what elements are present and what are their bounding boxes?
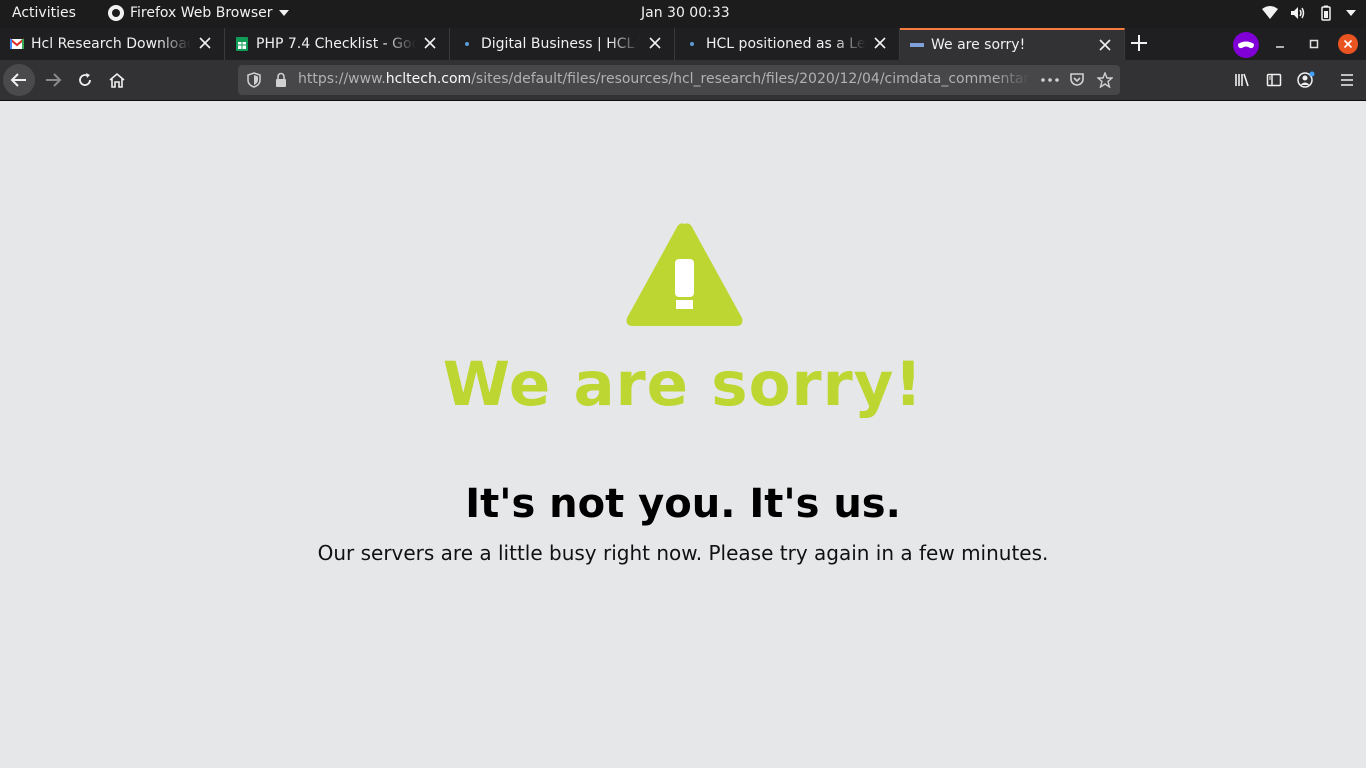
tab-we-are-sorry[interactable]: We are sorry! [900, 28, 1125, 60]
url-domain: hcltech.com [385, 71, 472, 87]
url-prefix: https://www. [298, 71, 386, 87]
sidebar-icon [1266, 73, 1282, 87]
tab-hcl-research-download[interactable]: Hcl Research Download - [0, 28, 225, 60]
tab-title: Hcl Research Download - [31, 36, 191, 52]
page-content: We are sorry! It's not you. It's us. Our… [0, 101, 1366, 768]
tracking-shield-icon[interactable] [247, 72, 261, 88]
close-icon[interactable] [648, 36, 662, 50]
new-tab-icon[interactable] [1130, 34, 1148, 52]
private-browsing-icon [1233, 32, 1259, 58]
hcl-icon [465, 42, 469, 46]
tab-digital-business[interactable]: Digital Business | HCL Technologies [450, 28, 675, 60]
library-button[interactable] [1226, 64, 1258, 96]
power-menu-icon[interactable] [1346, 9, 1356, 17]
app-menu[interactable]: Firefox Web Browser [108, 5, 289, 21]
reload-icon [79, 73, 91, 86]
app-menu-label: Firefox Web Browser [130, 5, 273, 21]
error-message: Our servers are a little busy right now.… [317, 541, 1049, 565]
warning-icon [626, 223, 743, 326]
close-icon[interactable] [873, 36, 887, 50]
pocket-icon[interactable] [1069, 72, 1085, 88]
close-icon[interactable] [198, 36, 212, 50]
error-subheadline: It's not you. It's us. [465, 481, 901, 527]
tab-title: We are sorry! [931, 37, 1026, 53]
library-icon [1235, 73, 1249, 87]
wifi-icon[interactable] [1262, 6, 1278, 20]
error-headline: We are sorry! [442, 349, 924, 420]
maximize-icon[interactable] [1304, 32, 1324, 56]
battery-icon[interactable] [1318, 5, 1334, 21]
hamburger-menu-icon [1341, 74, 1353, 86]
home-button[interactable] [101, 64, 133, 96]
minimize-icon[interactable] [1270, 32, 1290, 56]
lock-icon[interactable] [274, 72, 288, 88]
hcl-icon [910, 43, 924, 47]
arrow-right-icon [46, 73, 62, 87]
bookmark-star-icon[interactable] [1097, 72, 1113, 88]
tab-php-checklist[interactable]: PHP 7.4 Checklist - Google Sheets [225, 28, 450, 60]
main-menu-button[interactable] [1331, 64, 1363, 96]
sheets-icon [236, 37, 248, 51]
close-icon[interactable] [1098, 38, 1112, 52]
forward-button[interactable] [37, 64, 69, 96]
activities-button[interactable]: Activities [12, 5, 76, 21]
url-text[interactable]: https://www.hcltech.com/sites/default/fi… [298, 71, 1030, 87]
window-close-icon[interactable] [1338, 34, 1358, 54]
close-icon[interactable] [423, 36, 437, 50]
account-button[interactable] [1290, 64, 1322, 96]
tab-title: HCL positioned as a Leader [706, 36, 866, 52]
clock[interactable]: Jan 30 00:33 [641, 5, 730, 21]
system-top-bar: Activities Firefox Web Browser Jan 30 00… [0, 0, 1366, 28]
home-icon [109, 72, 125, 88]
back-button[interactable] [3, 64, 35, 96]
tab-title: Digital Business | HCL Technologies [481, 36, 641, 52]
firefox-icon [108, 5, 124, 21]
gmail-icon [10, 38, 24, 49]
reload-button[interactable] [69, 64, 101, 96]
chevron-down-icon [278, 10, 289, 16]
tab-title: PHP 7.4 Checklist - Google Sheets [256, 36, 416, 52]
page-actions-icon[interactable] [1041, 78, 1059, 82]
system-tray[interactable] [1262, 5, 1356, 21]
account-icon [1297, 71, 1315, 88]
tab-strip: Hcl Research Download - PHP 7.4 Checklis… [0, 28, 1366, 60]
hcl-icon [690, 42, 694, 46]
sidebar-button[interactable] [1258, 64, 1290, 96]
address-bar[interactable]: https://www.hcltech.com/sites/default/fi… [238, 65, 1120, 95]
tab-hcl-leader[interactable]: HCL positioned as a Leader [675, 28, 900, 60]
volume-icon[interactable] [1290, 6, 1306, 20]
arrow-left-icon [10, 73, 26, 87]
url-path: /sites/default/files/resources/hcl_resea… [471, 71, 1030, 87]
navigation-toolbar: https://www.hcltech.com/sites/default/fi… [0, 60, 1366, 101]
